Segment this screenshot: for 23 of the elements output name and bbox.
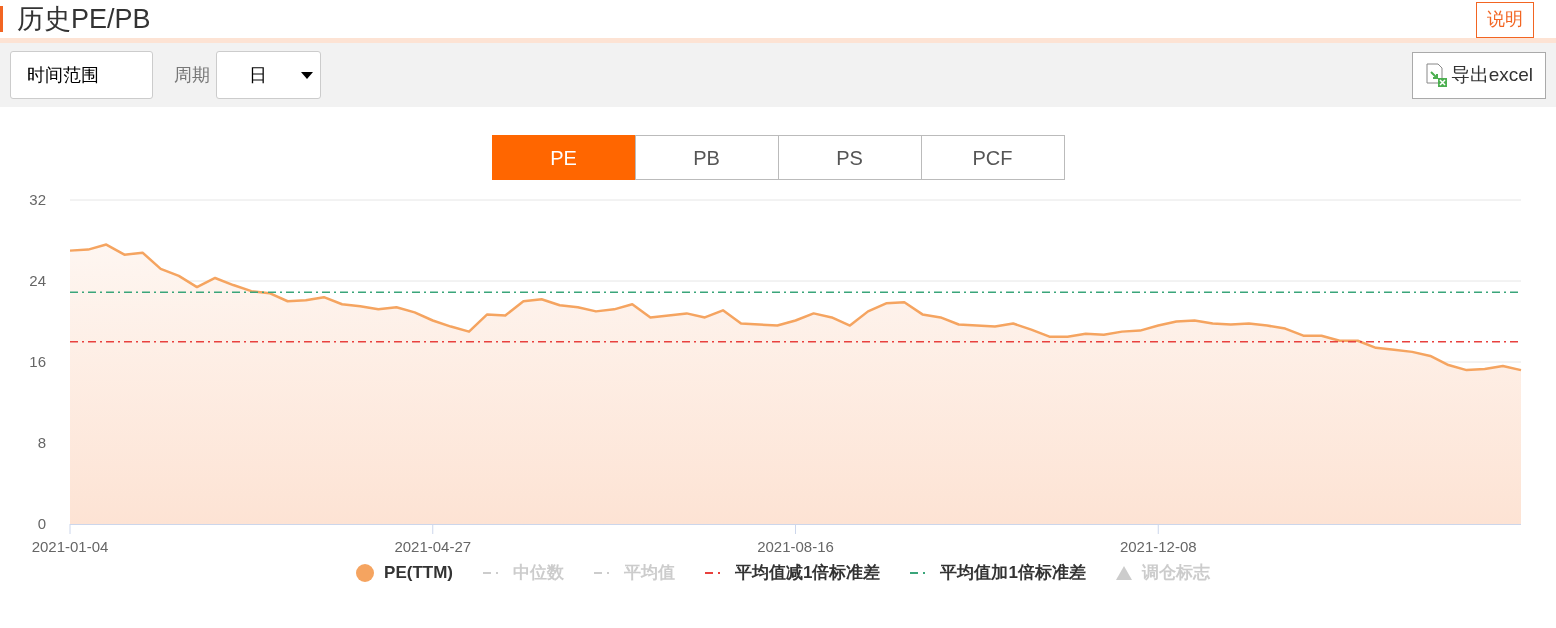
y-axis-label: 32 (29, 191, 46, 208)
legend-item[interactable]: 平均值加1倍标准差 (940, 560, 1086, 586)
y-axis-label: 16 (29, 353, 46, 370)
period-select[interactable]: 日 (216, 51, 321, 99)
page-title: 历史PE/PB (17, 2, 151, 36)
chart-tab[interactable]: PS (777, 135, 922, 180)
y-axis-label: 24 (29, 272, 46, 289)
chart-tab[interactable]: PCF (920, 135, 1065, 180)
x-axis-label: 2021-12-08 (1119, 538, 1197, 555)
time-range-button[interactable]: 时间范围 (10, 51, 153, 99)
period-label: 周期 (174, 63, 210, 87)
export-excel-button[interactable]: 导出excel (1411, 51, 1546, 99)
caret-icon (301, 71, 313, 79)
chart-tab[interactable]: PB (634, 135, 779, 180)
y-axis-label: 0 (37, 515, 46, 532)
y-axis-label: 8 (37, 434, 46, 451)
excel-file-icon (1424, 63, 1449, 87)
accent-bar (0, 6, 3, 32)
legend-item[interactable]: 平均值减1倍标准差 (735, 560, 881, 586)
x-axis-label: 2021-08-16 (757, 538, 834, 555)
x-axis-label: 2021-04-27 (394, 538, 472, 555)
x-axis-label: 2021-01-04 (31, 538, 109, 555)
legend-item[interactable]: PE(TTM) (384, 560, 453, 586)
